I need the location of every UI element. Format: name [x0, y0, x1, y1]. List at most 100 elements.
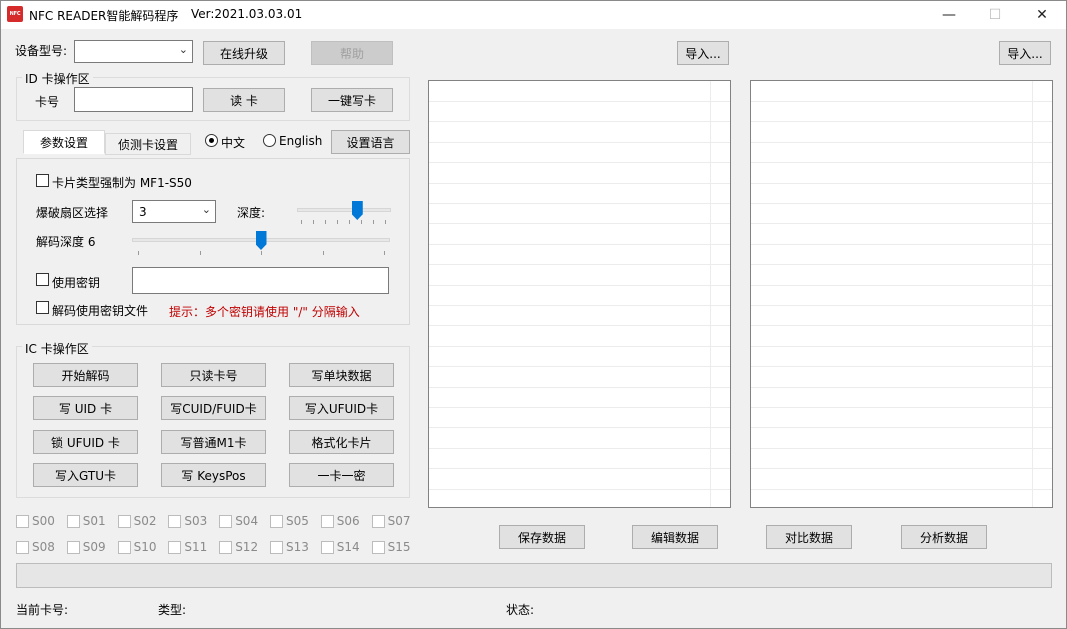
chinese-label: 中文 [221, 136, 246, 150]
slider-tick [313, 220, 314, 224]
device-model-select[interactable]: ⌄ [74, 40, 193, 63]
edit-data-button[interactable]: 编辑数据 [632, 525, 718, 549]
grid-row-line [751, 223, 1052, 225]
sector-s13[interactable]: S13 [270, 540, 309, 554]
write-block-button[interactable]: 写单块数据 [289, 363, 394, 387]
sector-s01[interactable]: S01 [66, 514, 106, 528]
save-data-button[interactable]: 保存数据 [499, 525, 585, 549]
minimize-button[interactable]: — [926, 1, 972, 29]
start-decode-button[interactable]: 开始解码 [33, 363, 138, 387]
import-left-button[interactable]: 导入... [677, 41, 729, 65]
sector-checkbox[interactable] [117, 514, 131, 528]
sector-s04[interactable]: S04 [219, 514, 258, 528]
sector-s14[interactable]: S14 [320, 540, 360, 554]
format-card-button[interactable]: 格式化卡片 [289, 430, 394, 454]
sector-label: S01 [82, 514, 106, 528]
close-button[interactable]: ✕ [1019, 1, 1065, 29]
sector-checkbox[interactable] [168, 514, 182, 528]
sector-label: S06 [336, 514, 360, 528]
sector-select-label: 爆破扇区选择 [36, 206, 109, 220]
sector-checkbox[interactable] [320, 514, 334, 528]
sector-checkbox[interactable] [16, 540, 29, 554]
english-radio[interactable] [263, 134, 276, 147]
window-title: NFC READER智能解码程序 [29, 9, 179, 23]
sector-s07[interactable]: S07 [371, 514, 410, 528]
online-upgrade-button[interactable]: 在线升级 [203, 41, 285, 65]
one-card-one-key-button[interactable]: 一卡一密 [289, 463, 394, 487]
sector-s06[interactable]: S06 [320, 514, 360, 528]
key-input[interactable] [132, 267, 389, 294]
sector-s03[interactable]: S03 [168, 514, 207, 528]
tab-detect-card[interactable]: 侦测卡设置 [105, 133, 191, 155]
compare-data-button[interactable]: 对比数据 [766, 525, 852, 549]
sector-checkbox[interactable] [219, 514, 233, 528]
sector-s10[interactable]: S10 [117, 540, 156, 554]
slider-tick [199, 251, 201, 255]
sector-s15[interactable]: S15 [371, 540, 411, 554]
read-card-button[interactable]: 读 卡 [203, 88, 285, 112]
decode-depth-label: 解码深度 6 [36, 235, 96, 249]
force-type-checkbox[interactable] [36, 174, 49, 187]
read-card-no-button[interactable]: 只读卡号 [161, 363, 266, 387]
sector-checkbox[interactable] [371, 540, 385, 554]
grid-row-line [751, 325, 1052, 327]
sector-checkbox[interactable] [219, 540, 233, 554]
sector-s08[interactable]: S08 [16, 540, 55, 554]
sector-checkbox[interactable] [270, 540, 283, 554]
chinese-radio[interactable] [205, 134, 218, 147]
use-key-file-label: 解码使用密钥文件 [52, 304, 149, 318]
current-card-label: 当前卡号: [16, 603, 69, 617]
lock-ufuid-button[interactable]: 锁 UFUID 卡 [33, 430, 138, 454]
grid-row-line [429, 468, 730, 470]
write-keyspos-button[interactable]: 写 KeysPos [161, 463, 266, 487]
sector-select[interactable]: 3 ⌄ [132, 200, 216, 223]
sector-label: S11 [184, 540, 208, 554]
sector-checkbox[interactable] [66, 540, 80, 554]
write-cuid-fuid-button[interactable]: 写CUID/FUID卡 [161, 396, 266, 420]
sector-checkbox[interactable] [270, 514, 283, 528]
card-number-input[interactable] [74, 87, 193, 112]
maximize-button: ☐ [972, 1, 1018, 29]
sector-label: S15 [387, 540, 411, 554]
sector-label: S14 [336, 540, 360, 554]
write-ufuid-button[interactable]: 写入UFUID卡 [289, 396, 394, 420]
sector-checkbox[interactable] [66, 514, 80, 528]
close-icon: ✕ [1036, 7, 1048, 23]
import-right-button[interactable]: 导入... [999, 41, 1051, 65]
depth-slider-track[interactable] [297, 208, 391, 212]
grid-row-line [429, 101, 730, 102]
use-key-file-checkbox[interactable] [36, 301, 49, 314]
write-m1-button[interactable]: 写普通M1卡 [161, 430, 266, 454]
grid-row-line [751, 121, 1052, 123]
sector-checkbox[interactable] [320, 540, 334, 554]
sector-checkbox[interactable] [117, 540, 131, 554]
slider-tick [301, 220, 302, 224]
grid-row-line [429, 447, 730, 449]
version-label: Ver:2021.03.03.01 [191, 7, 303, 21]
sector-s05[interactable]: S05 [270, 514, 309, 528]
one-click-write-button[interactable]: 一键写卡 [311, 88, 393, 112]
data-grid-right[interactable] [750, 80, 1053, 508]
sector-s12[interactable]: S12 [219, 540, 258, 554]
grid-row-line [751, 386, 1052, 388]
sector-checkbox[interactable] [371, 514, 385, 528]
progress-bar [16, 563, 1052, 588]
sector-s09[interactable]: S09 [66, 540, 106, 554]
sector-s11[interactable]: S11 [168, 540, 207, 554]
sector-checkbox[interactable] [168, 540, 182, 554]
set-language-button[interactable]: 设置语言 [331, 130, 410, 154]
data-grid-left[interactable] [428, 80, 731, 508]
grid-row-line [429, 386, 730, 388]
use-key-checkbox[interactable] [36, 273, 49, 286]
grid-row-line [751, 264, 1052, 266]
write-uid-button[interactable]: 写 UID 卡 [33, 396, 138, 420]
sector-s02[interactable]: S02 [117, 514, 156, 528]
write-gtu-button[interactable]: 写入GTU卡 [33, 463, 138, 487]
grid-row-line [429, 305, 730, 306]
analyze-data-button[interactable]: 分析数据 [901, 525, 987, 549]
sector-s00[interactable]: S00 [16, 514, 55, 528]
slider-tick [373, 220, 374, 224]
sector-checkbox[interactable] [16, 514, 29, 528]
grid-row-line [429, 345, 730, 347]
tab-params[interactable]: 参数设置 [23, 130, 105, 154]
